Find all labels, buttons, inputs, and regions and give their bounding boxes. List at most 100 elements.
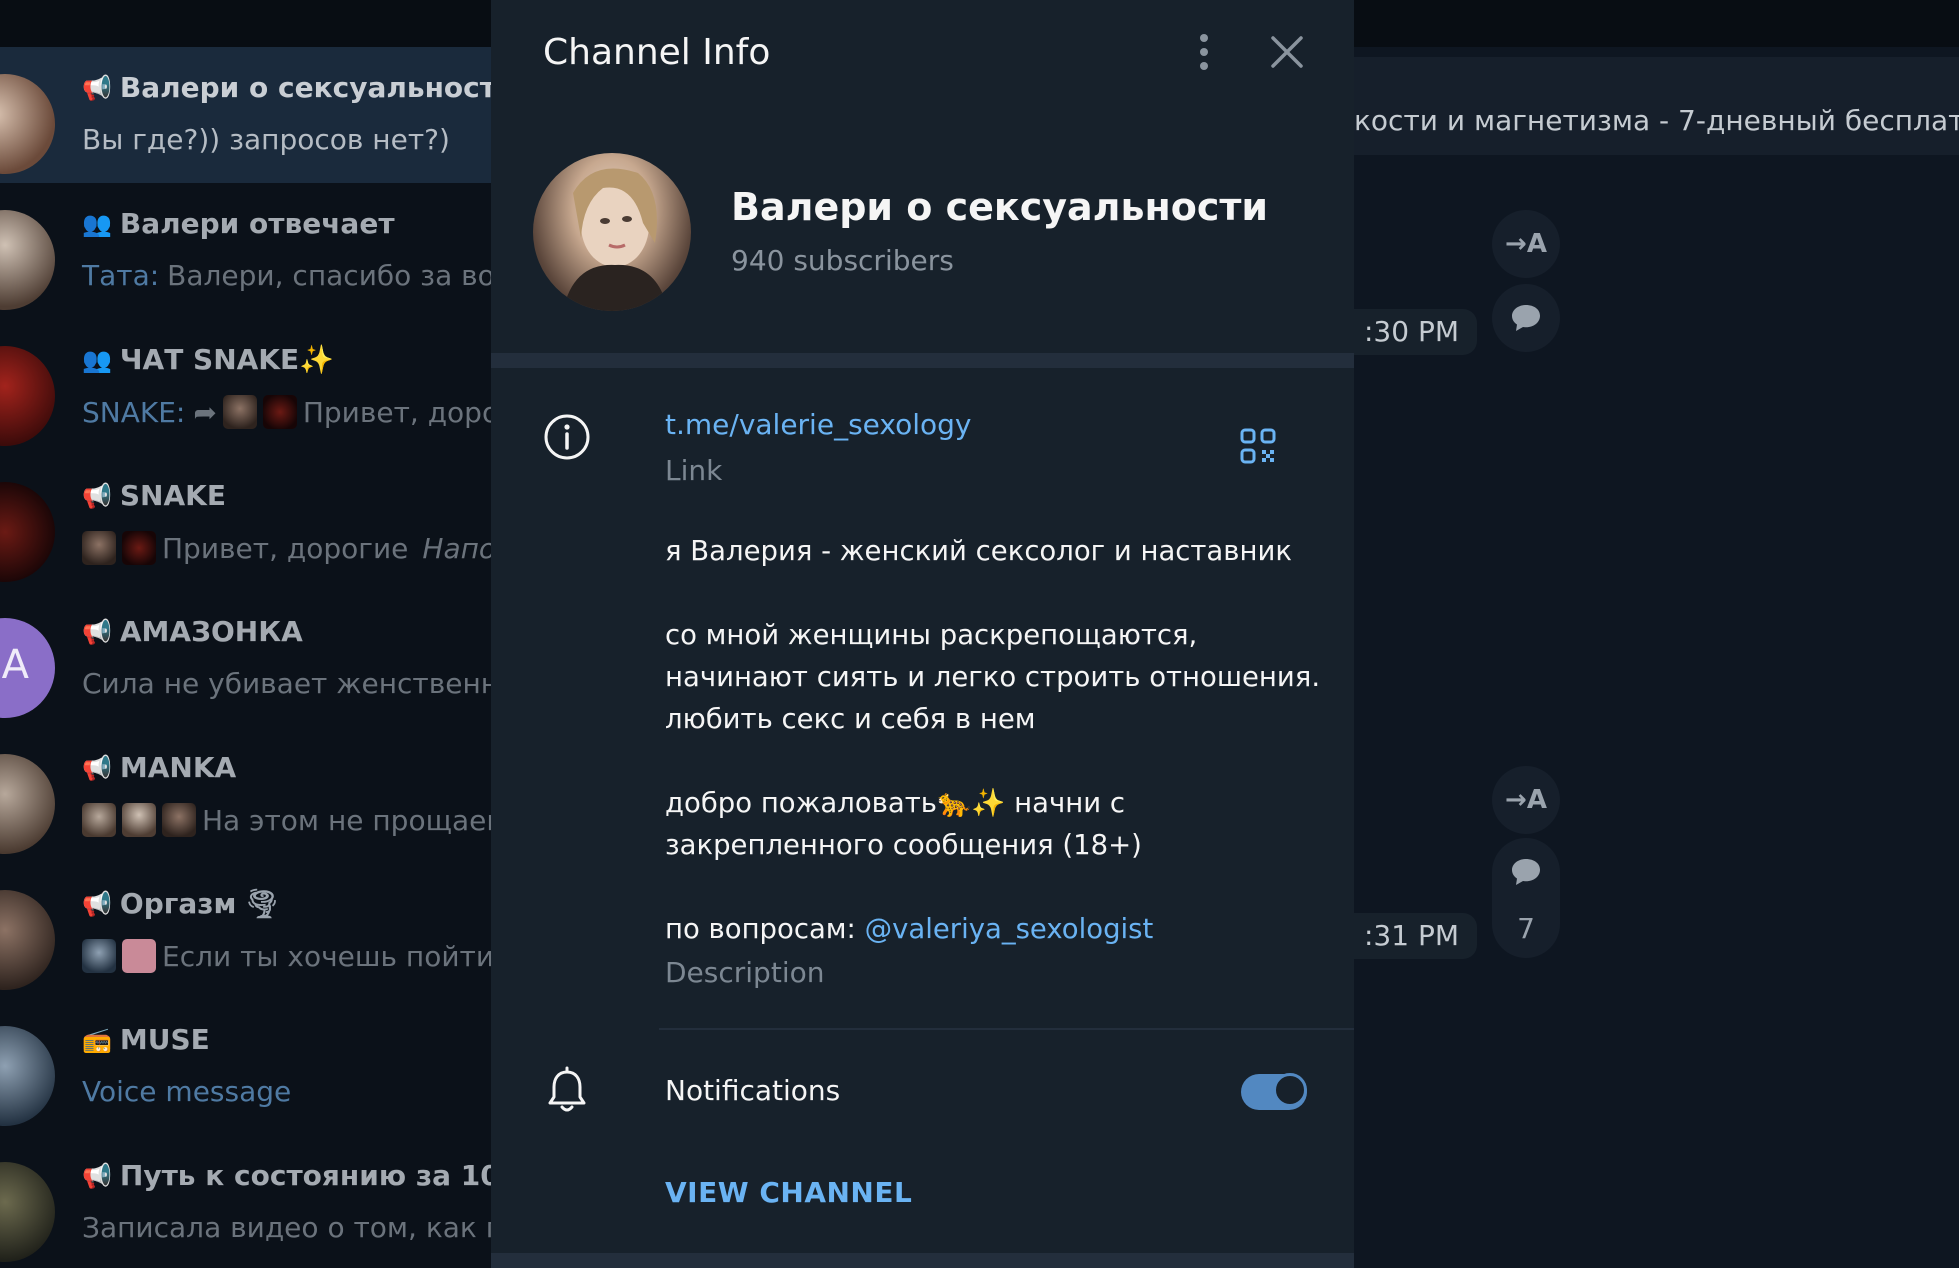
channel-info-dialog: Channel Info Валери о сексуальности 940 … <box>491 0 1354 1268</box>
comments-button[interactable] <box>1492 284 1560 352</box>
chat-preview: Voice message <box>82 1075 292 1108</box>
broadcast-icon: 📻 <box>82 1025 112 1054</box>
chat-item-orgasm[interactable]: 📢 Оргазм 🌪 Если ты хочешь пойти г <box>0 863 495 999</box>
chat-area: кости и магнетизма - 7-дневный бесплат..… <box>1354 0 1959 1268</box>
media-thumbnail <box>122 803 156 837</box>
sparkles-emoji: ✨ <box>299 343 335 376</box>
subscribers-count: 940 subscribers <box>731 244 954 277</box>
chat-list: 📢 Валери о сексуальности Вы где?)) запрос… <box>0 0 495 1268</box>
avatar <box>0 1162 55 1262</box>
channel-description: я Валерия - женский сексолог и наставник… <box>665 530 1321 950</box>
chat-item-muse[interactable]: 📻 MUSE Voice message <box>0 999 495 1135</box>
chat-item-valeri-sexuality[interactable]: 📢 Валери о сексуальности Вы где?)) запрос… <box>0 47 495 183</box>
chat-preview: Валери, спасибо за возм <box>167 259 495 292</box>
chat-preview: Вы где?)) запросов нет?) <box>82 123 450 156</box>
chat-preview: Если ты хочешь пойти г <box>162 939 495 973</box>
comments-count: 7 <box>1517 912 1535 945</box>
group-icon: 👥 <box>82 345 112 374</box>
chat-sender: SNAKE: <box>82 395 186 429</box>
avatar <box>0 754 55 854</box>
channel-name: Валери о сексуальности <box>731 185 1269 229</box>
comment-icon <box>1512 305 1540 331</box>
chat-preview: Привет, дорогие <box>162 531 409 565</box>
media-thumbnail <box>222 395 257 429</box>
description-line: добро пожаловать🐆✨ начни с <box>665 787 1125 819</box>
avatar-photo <box>563 168 668 311</box>
chat-title: MUSE <box>119 1023 210 1056</box>
chat-item-chat-snake[interactable]: 👥 ЧАТ SNAKE ✨ SNAKE: ➦ Привет, дорог <box>0 319 495 455</box>
megaphone-icon: 📢 <box>82 889 112 918</box>
megaphone-icon: 📢 <box>82 481 112 510</box>
media-thumbnail <box>82 531 116 565</box>
chat-item-snake[interactable]: 📢SNAKE Привет, дорогие Напом <box>0 455 495 591</box>
chat-preview: Привет, дорог <box>302 395 495 429</box>
info-icon <box>543 413 591 461</box>
qr-code-button[interactable] <box>1240 428 1276 464</box>
description-line: закрепленного сообщения (18+) <box>665 829 1142 861</box>
chat-title: АМАЗОНКА <box>119 615 303 648</box>
divider <box>659 1028 1354 1030</box>
message-time: :31 PM <box>1354 913 1478 959</box>
chat-preview-italic: Напом <box>422 531 495 565</box>
link-label: Link <box>665 454 723 487</box>
chat-title: SNAKE <box>119 479 226 512</box>
chat-title: ЧАТ SNAKE <box>119 343 300 376</box>
kebab-menu-icon <box>1200 34 1208 70</box>
chat-preview: Записала видео о том, как под <box>82 1211 495 1244</box>
section-divider <box>491 1253 1354 1268</box>
translate-button[interactable]: →A <box>1492 766 1560 834</box>
megaphone-icon: 📢 <box>82 617 112 646</box>
chat-preview: На этом не прощаем <box>202 803 495 837</box>
chat-title: Оргазм <box>119 887 237 920</box>
comment-icon <box>1512 859 1540 885</box>
close-icon <box>1271 36 1303 68</box>
media-thumbnail <box>82 939 116 973</box>
channel-link[interactable]: t.me/valerie_sexology <box>665 408 971 441</box>
chat-sender: Тата: <box>82 259 160 292</box>
close-button[interactable] <box>1267 30 1307 74</box>
description-line: любить секс и себя в нем <box>665 703 1036 735</box>
notifications-label: Notifications <box>665 1074 841 1107</box>
description-line: начинают сиять и легко строить отношения… <box>665 661 1321 693</box>
chat-title: Валери о сексуальности <box>119 71 495 104</box>
chat-header <box>1354 0 1959 47</box>
avatar <box>0 346 55 446</box>
chat-title: MANKA <box>119 751 237 784</box>
chat-item-valeri-answers[interactable]: 👥 Валери отвечает Тата: Валери, спасибо за… <box>0 183 495 319</box>
media-thumbnail <box>262 395 297 429</box>
translate-button[interactable]: →A <box>1492 210 1560 278</box>
channel-avatar[interactable] <box>533 153 691 311</box>
chat-title: Валери отвечает <box>119 207 395 240</box>
media-thumbnail <box>162 803 196 837</box>
comments-button[interactable]: 7 <box>1492 838 1560 958</box>
bell-icon <box>545 1066 589 1116</box>
chat-item-amazonka[interactable]: A 📢АМАЗОНКА Сила не убивает женственност <box>0 591 495 727</box>
chat-preview: Сила не убивает женственност <box>82 667 495 700</box>
avatar-letter: A <box>1 642 29 688</box>
avatar <box>0 210 55 310</box>
avatar <box>0 1026 55 1126</box>
section-divider <box>491 353 1354 368</box>
chat-list-header <box>0 0 495 47</box>
toggle-knob <box>1273 1073 1307 1107</box>
avatar <box>0 890 55 990</box>
view-channel-button[interactable]: VIEW CHANNEL <box>665 1176 912 1209</box>
chat-item-manka[interactable]: 📢 MANKA На этом не прощаем <box>0 727 495 863</box>
megaphone-icon: 📢 <box>82 1161 112 1190</box>
contact-mention-link[interactable]: @valeriya_sexologist <box>865 913 1154 945</box>
media-thumbnail <box>122 531 156 565</box>
megaphone-icon: 📢 <box>82 73 112 102</box>
notifications-toggle[interactable] <box>1241 1073 1307 1110</box>
media-thumbnail <box>82 803 116 837</box>
megaphone-icon: 📢 <box>82 753 112 782</box>
chat-item-path[interactable]: 📢Путь к состоянию за 10 дн Записала виде… <box>0 1135 495 1268</box>
description-line: я Валерия - женский сексолог и наставник <box>665 535 1292 567</box>
forward-icon: ➦ <box>193 395 217 429</box>
description-contact-line: по вопросам: @valeriya_sexologist <box>665 908 1305 950</box>
more-options-button[interactable] <box>1192 30 1216 74</box>
contact-prefix: по вопросам: <box>665 913 865 945</box>
translate-icon: →A <box>1505 229 1547 259</box>
pinned-message-text: кости и магнетизма - 7-дневный бесплат..… <box>1354 104 1959 137</box>
media-thumbnail <box>122 939 156 973</box>
message-time: :30 PM <box>1354 309 1478 355</box>
